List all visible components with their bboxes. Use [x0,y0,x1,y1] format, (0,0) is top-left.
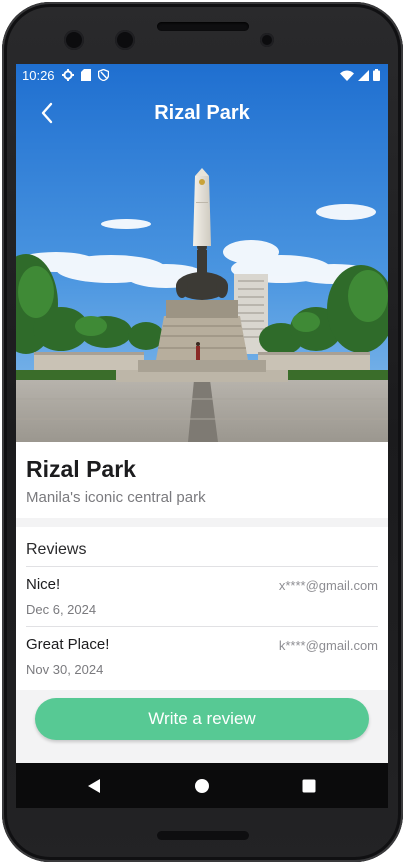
review-date: Nov 30, 2024 [26,662,104,677]
place-info-card: Rizal Park Manila's iconic central park [16,442,388,518]
reviews-heading: Reviews [26,527,378,567]
shield-icon [97,69,109,81]
nav-home-button[interactable] [192,776,212,796]
earpiece-speaker [157,22,249,31]
review-date: Dec 6, 2024 [26,602,97,617]
proximity-sensor [260,33,274,47]
review-item[interactable]: Nice! x****@gmail.com Dec 6, 2024 [26,567,378,627]
system-nav-bar [16,763,388,808]
review-title: Great Place! [26,636,110,653]
review-item[interactable]: Great Place! k****@gmail.com Nov 30, 202… [26,627,378,687]
nav-back-button[interactable] [84,776,104,796]
sd-card-icon [80,69,91,81]
place-name: Rizal Park [26,456,136,482]
status-bar: 10:26 [16,64,388,86]
gear-icon [61,69,74,81]
cell-signal-icon [358,69,369,81]
phone-frame: 10:26 Rizal Park Rizal Park Manila's ico… [2,2,403,862]
app-bar: Rizal Park [16,86,388,140]
page-title: Rizal Park [154,102,250,124]
review-author-email: x****@gmail.com [278,578,378,593]
battery-icon [373,69,380,81]
write-review-button[interactable]: Write a review [35,698,369,740]
status-time: 10:26 [22,67,55,83]
nav-recents-button[interactable] [299,776,319,796]
home-circle-icon [195,779,209,793]
place-tagline: Manila's iconic central park [26,489,206,506]
review-title: Nice! [26,576,61,593]
bottom-speaker [157,831,249,840]
back-triangle-icon [88,779,100,793]
front-sensor [115,30,135,50]
reviews-section: Reviews Nice! x****@gmail.com Dec 6, 202… [16,527,388,690]
recents-square-icon [302,779,316,793]
wifi-icon [340,70,354,81]
app-screen: 10:26 Rizal Park Rizal Park Manila's ico… [16,64,388,808]
front-camera [64,30,84,50]
review-author-email: k****@gmail.com [278,638,378,653]
